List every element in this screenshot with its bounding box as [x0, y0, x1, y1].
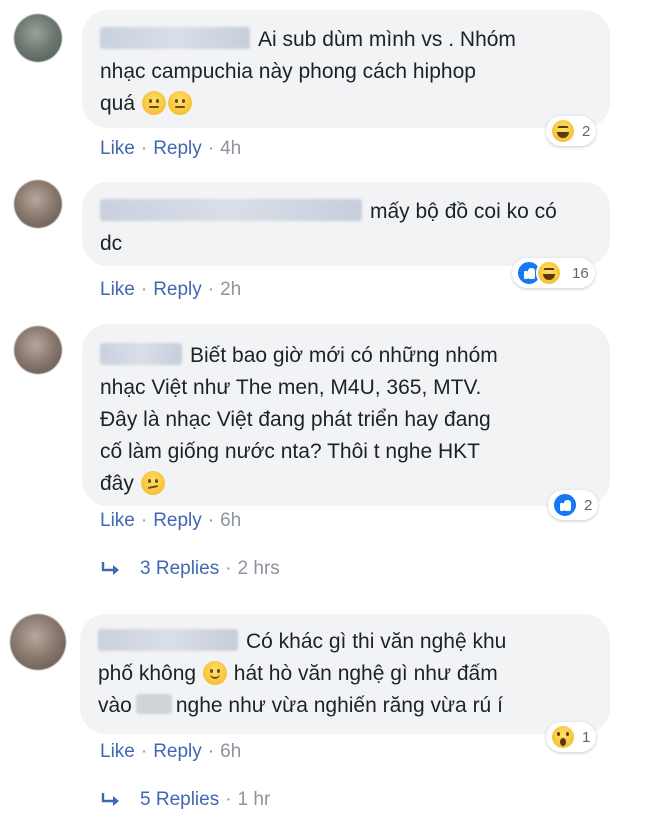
- replies-link[interactable]: 5 Replies: [140, 789, 219, 810]
- reactions-summary[interactable]: 16: [512, 258, 595, 288]
- replies-time: 2 hrs: [237, 558, 280, 579]
- like-link[interactable]: Like: [100, 279, 135, 300]
- comment-text-line: phố không hát hò văn nghệ gì như đấm: [98, 661, 498, 685]
- comment-text-line: cố làm giống nước nta? Thôi t nghe HKT: [100, 440, 480, 463]
- comment-bubble: Biết bao giờ mới có những nhóm nhạc Việt…: [82, 324, 610, 506]
- comment-text-line: đây: [100, 468, 590, 500]
- reply-link[interactable]: Reply: [153, 138, 202, 159]
- comment-actions: Like · Reply · 2h: [100, 279, 242, 300]
- view-replies[interactable]: 3 Replies · 2 hrs: [100, 558, 280, 580]
- avatar[interactable]: [14, 326, 62, 374]
- comment-time[interactable]: 6h: [220, 510, 241, 531]
- like-link[interactable]: Like: [100, 510, 135, 531]
- comment-actions: Like · Reply · 6h: [100, 510, 242, 531]
- confused-face-icon: [167, 91, 192, 115]
- reply-link[interactable]: Reply: [153, 741, 202, 762]
- wow-reaction-icon: [550, 724, 576, 750]
- commenter-name-redacted[interactable]: [100, 199, 362, 221]
- commenter-name-redacted[interactable]: [100, 343, 182, 365]
- comment-text-line: vào nghe như vừa nghiến răng vừa rú í: [98, 694, 503, 717]
- reactions-summary[interactable]: 2: [548, 490, 599, 520]
- comment-text-line: Đây là nhạc Việt đang phát triển hay đan…: [100, 408, 491, 431]
- replies-link[interactable]: 3 Replies: [140, 558, 219, 579]
- reaction-count: 2: [582, 122, 591, 140]
- reaction-count: 2: [584, 496, 593, 514]
- commenter-name-redacted[interactable]: [98, 629, 238, 651]
- replies-time: 1 hr: [237, 789, 271, 810]
- comment-actions: Like · Reply · 4h: [100, 138, 242, 159]
- haha-reaction-icon: [550, 118, 576, 144]
- reactions-summary[interactable]: 1: [546, 722, 597, 752]
- comment-time[interactable]: 4h: [220, 138, 241, 159]
- comment-time[interactable]: 6h: [220, 741, 241, 762]
- unamused-face-icon: [140, 471, 165, 495]
- comment-text-line: dc: [100, 232, 123, 255]
- reactions-summary[interactable]: 2: [546, 116, 597, 146]
- avatar[interactable]: [14, 14, 62, 62]
- haha-reaction-icon: [536, 260, 562, 286]
- like-reaction-icon: [552, 492, 578, 518]
- comment-text-line: Có khác gì thi văn nghệ khu: [98, 626, 590, 658]
- avatar[interactable]: [10, 614, 66, 670]
- view-replies[interactable]: 5 Replies · 1 hr: [100, 789, 270, 811]
- comment-bubble: mấy bộ đồ coi ko có dc: [82, 182, 610, 266]
- reply-arrow-icon: [101, 793, 119, 806]
- reply-arrow-icon: [101, 562, 119, 575]
- comment-text-line: Ai sub dùm mình vs . Nhóm: [100, 24, 590, 56]
- reaction-count: 1: [582, 728, 591, 746]
- smiling-face-icon: [202, 661, 227, 685]
- commenter-name-redacted[interactable]: [100, 27, 250, 49]
- comment-text-line: nhạc campuchia này phong cách hiphop: [100, 60, 476, 83]
- comment-bubble: Có khác gì thi văn nghệ khu phố không há…: [80, 614, 610, 734]
- reply-link[interactable]: Reply: [153, 279, 202, 300]
- reply-link[interactable]: Reply: [153, 510, 202, 531]
- comment-bubble: Ai sub dùm mình vs . Nhóm nhạc campuchia…: [82, 10, 610, 128]
- comment-text-line: quá: [100, 88, 590, 120]
- comment-text-line: Biết bao giờ mới có những nhóm: [100, 340, 590, 372]
- redacted-word: [135, 694, 172, 714]
- comment-time[interactable]: 2h: [220, 279, 241, 300]
- reaction-count: 16: [572, 264, 589, 282]
- comment-text-line: mấy bộ đồ coi ko có: [100, 196, 590, 228]
- avatar[interactable]: [14, 180, 62, 228]
- comment-actions: Like · Reply · 6h: [100, 741, 242, 762]
- like-link[interactable]: Like: [100, 138, 135, 159]
- like-link[interactable]: Like: [100, 741, 135, 762]
- comment-text-line: nhạc Việt như The men, M4U, 365, MTV.: [100, 376, 482, 399]
- confused-face-icon: [141, 91, 166, 115]
